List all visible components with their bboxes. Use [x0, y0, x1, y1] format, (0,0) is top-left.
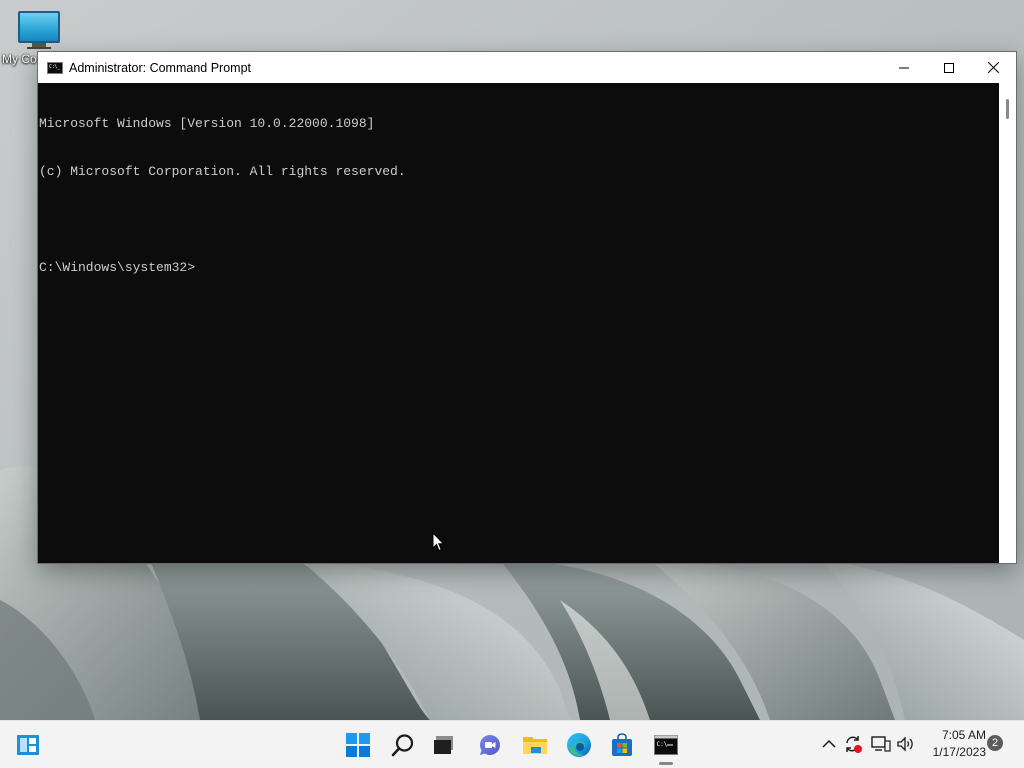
clock-date: 1/17/2023: [932, 745, 986, 759]
close-icon: [988, 62, 999, 73]
teams-chat-icon: [479, 734, 500, 755]
widgets-button[interactable]: [8, 721, 48, 768]
taskbar: C:\ 7:05 AM 1/17/2023: [0, 720, 1024, 768]
chevron-up-icon: [822, 739, 836, 748]
vertical-scrollbar[interactable]: [999, 83, 1016, 563]
widgets-icon: [17, 734, 39, 755]
taskbar-file-explorer-button[interactable]: [515, 721, 555, 768]
icon-glyph: C:\_: [49, 63, 60, 70]
title-bar[interactable]: C:\_ Administrator: Command Prompt: [38, 52, 1016, 83]
tray-sync-button[interactable]: [843, 734, 863, 754]
notification-count-badge[interactable]: 2: [987, 735, 1003, 751]
console-line: (c) Microsoft Corporation. All rights re…: [39, 164, 406, 179]
taskbar-command-prompt-button[interactable]: C:\: [646, 721, 686, 768]
edge-browser-icon: [567, 732, 591, 757]
window-title: Administrator: Command Prompt: [69, 60, 252, 75]
tray-network-button[interactable]: [871, 734, 891, 754]
folder-icon: [523, 736, 547, 754]
task-view-icon: [434, 735, 453, 754]
command-prompt-icon: C:\_: [47, 61, 63, 74]
taskbar-search-button[interactable]: [383, 721, 423, 768]
command-prompt-window[interactable]: C:\_ Administrator: Command Prompt Micro…: [38, 52, 1016, 563]
close-button[interactable]: [971, 52, 1016, 83]
sync-error-icon: [846, 736, 862, 753]
taskbar-chat-button[interactable]: [470, 721, 510, 768]
clock-time: 7:05 AM: [941, 728, 986, 742]
taskbar-clock[interactable]: 7:05 AM 1/17/2023: [920, 727, 986, 761]
computer-monitor-icon: [18, 11, 60, 43]
taskbar-start-button[interactable]: [338, 721, 378, 768]
minimize-icon: [898, 67, 909, 68]
svg-text:C:\: C:\: [657, 741, 668, 748]
monitor-base: [27, 47, 51, 49]
scrollbar-thumb[interactable]: [1006, 99, 1009, 119]
window-controls: [881, 52, 1016, 83]
windows-start-icon: [346, 732, 370, 757]
mouse-cursor-icon: [432, 532, 445, 552]
tray-volume-button[interactable]: [896, 734, 916, 754]
taskbar-edge-button[interactable]: [559, 721, 599, 768]
maximize-button[interactable]: [926, 52, 971, 83]
maximize-icon: [943, 62, 954, 73]
console-output[interactable]: Microsoft Windows [Version 10.0.22000.10…: [38, 83, 999, 563]
show-hidden-icons-button[interactable]: [819, 734, 839, 754]
network-icon: [871, 736, 891, 752]
console-line: Microsoft Windows [Version 10.0.22000.10…: [39, 116, 375, 131]
console-prompt-line: C:\Windows\system32>: [39, 260, 196, 275]
minimize-button[interactable]: [881, 52, 926, 83]
microsoft-store-icon: [612, 732, 632, 756]
taskbar-task-view-button[interactable]: [424, 721, 464, 768]
command-prompt-icon: C:\: [654, 734, 678, 755]
search-icon: [391, 733, 414, 756]
volume-icon: [897, 736, 913, 752]
taskbar-store-button[interactable]: [602, 721, 642, 768]
